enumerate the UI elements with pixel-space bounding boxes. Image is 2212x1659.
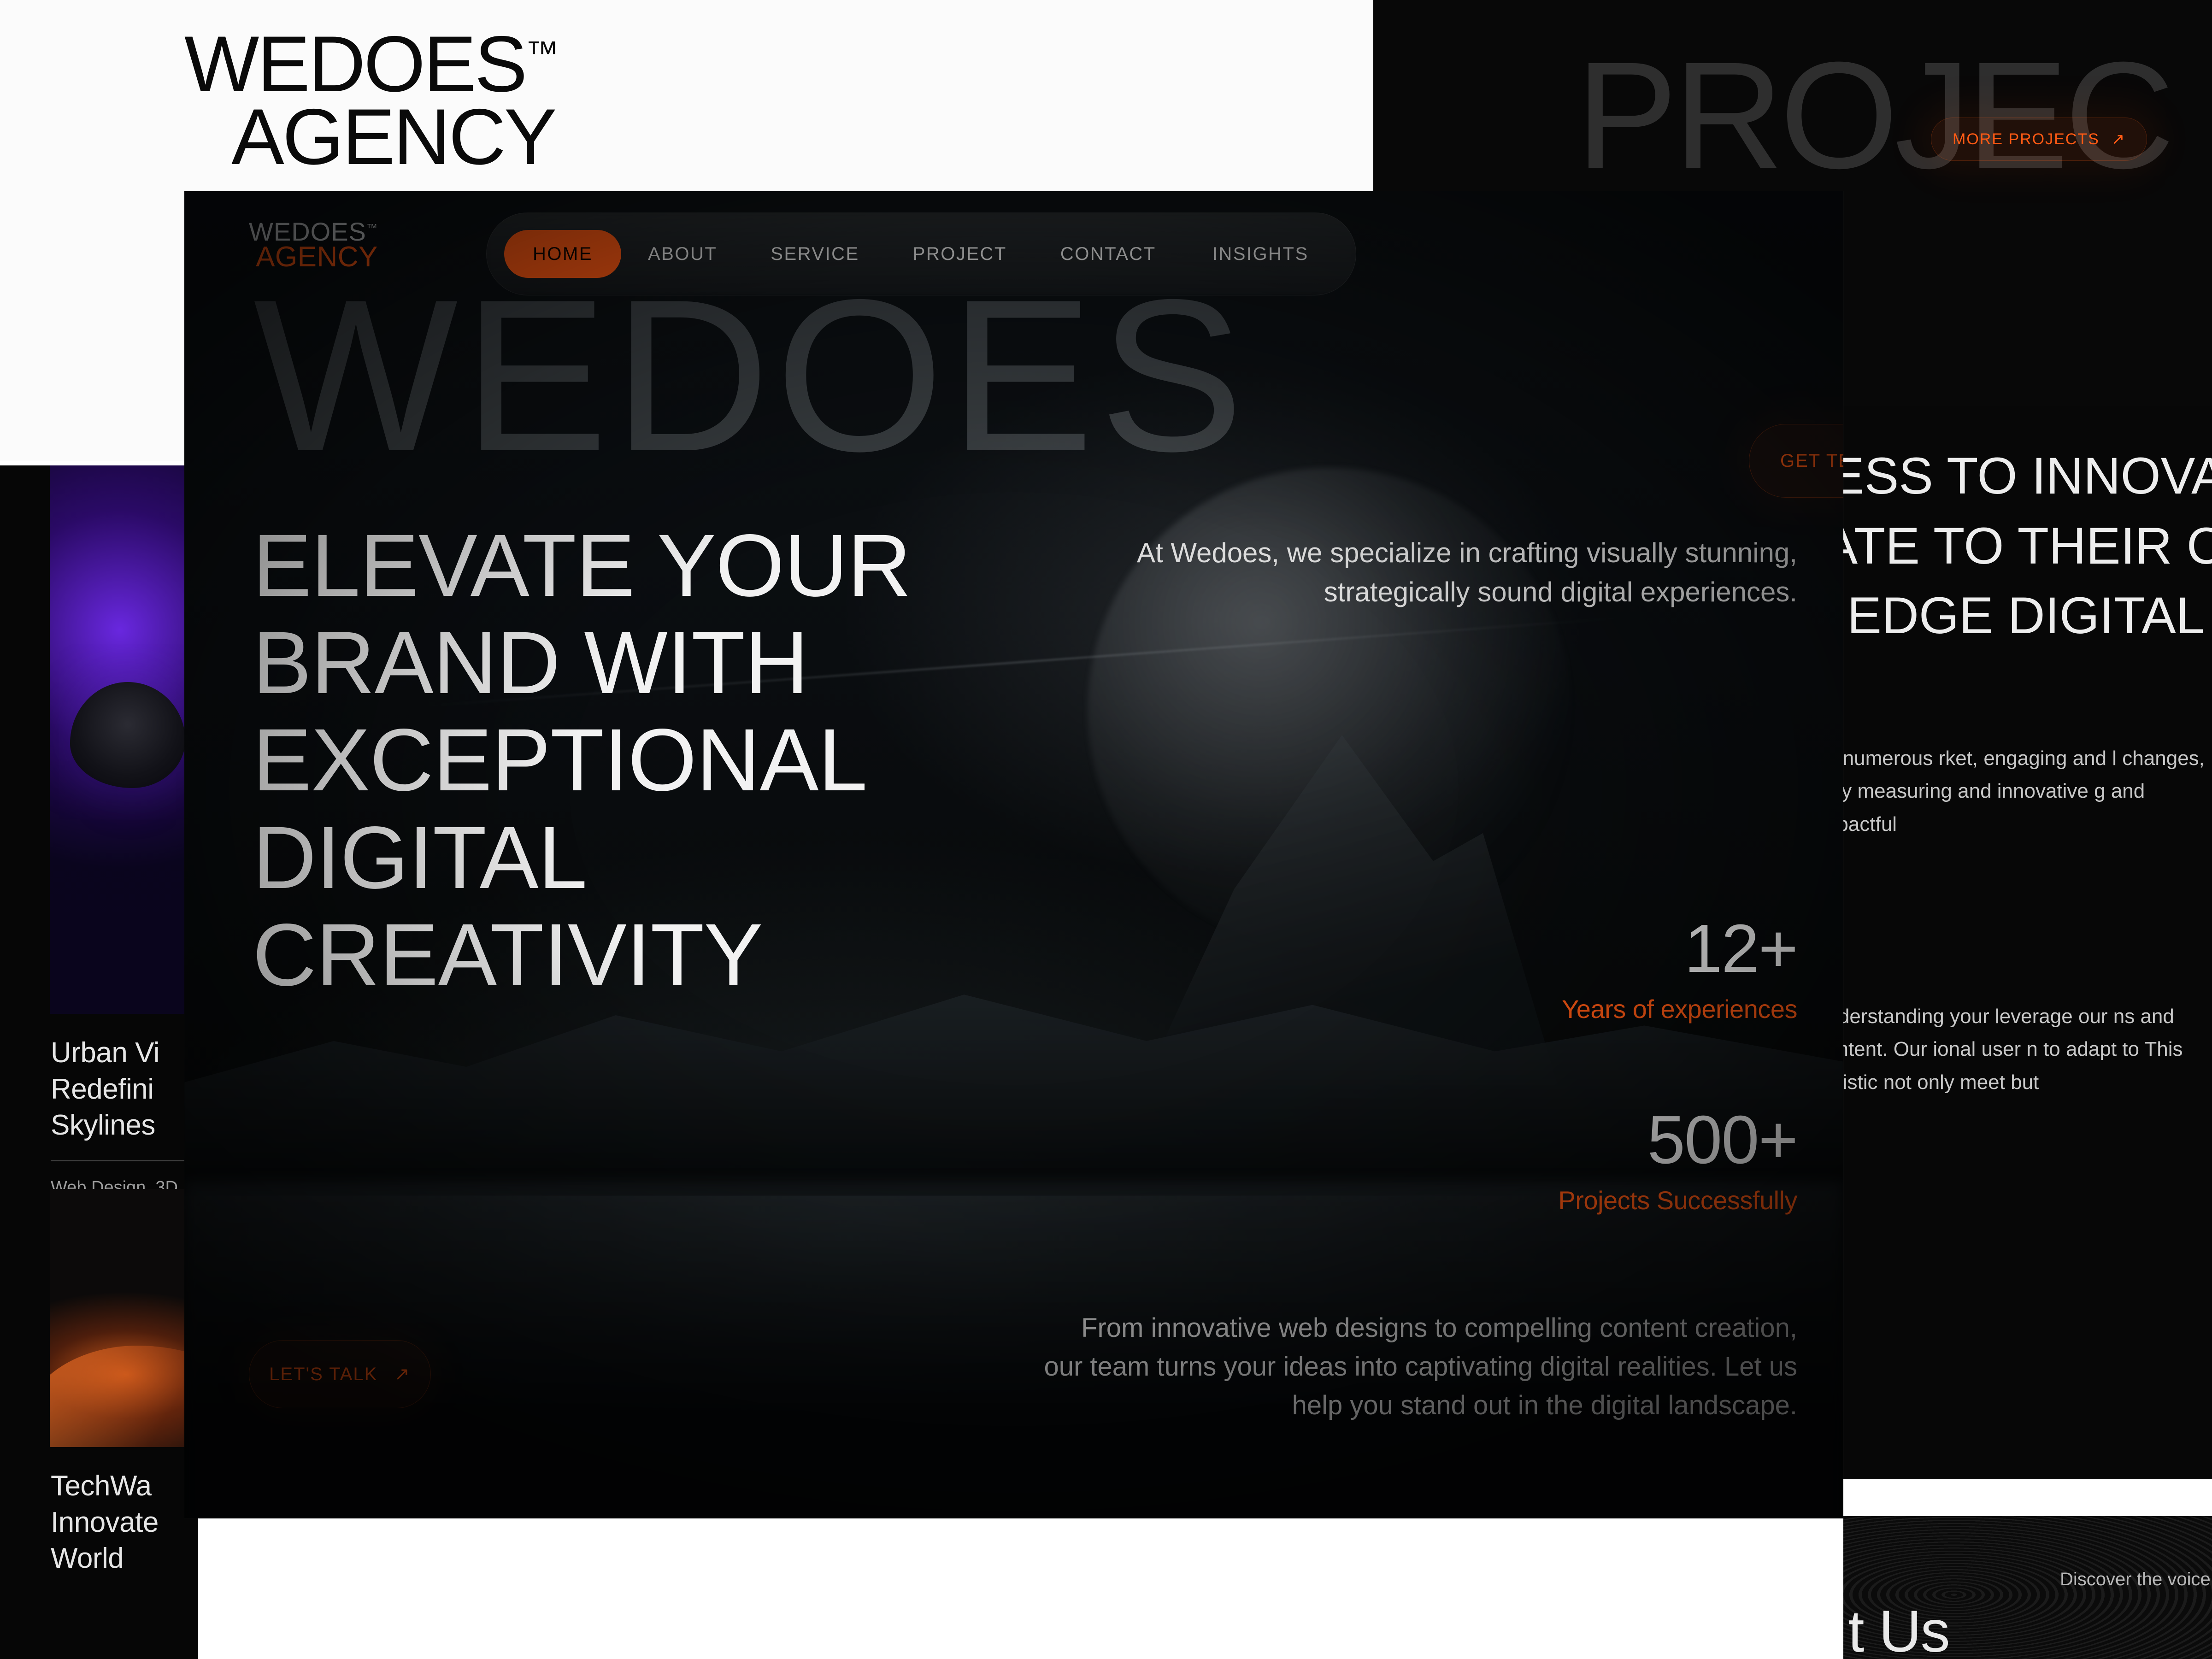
arrow-up-right-icon: ↗	[394, 1364, 411, 1384]
more-projects-label: MORE PROJECTS	[1953, 130, 2100, 148]
arrow-up-right-icon: ↗	[2111, 130, 2126, 148]
nav-item-contact[interactable]: CONTACT	[1034, 230, 1183, 278]
abstract-shape-icon	[70, 682, 185, 788]
about-headline-line-3: G EDGE DIGITAL	[1797, 587, 2205, 645]
nav-item-insights[interactable]: INSIGHTS	[1183, 230, 1338, 278]
stat-projects-label: Projects Successfully	[1558, 1186, 1797, 1215]
nav-item-service[interactable]: SERVICE	[744, 230, 886, 278]
about-section-panel: NESS TO INNOVAT VATE TO THEIR CU G EDGE …	[1797, 406, 2212, 1479]
stat-years-label: Years of experiences	[1562, 994, 1797, 1024]
get-template-button[interactable]: GET TEMPLATE	[1749, 424, 1843, 498]
get-template-label: GET TEMPLATE	[1780, 450, 1843, 471]
lets-talk-label: LET'S TALK	[269, 1364, 378, 1384]
about-paragraph-1: ce numerous rket, engaging and l changes…	[1816, 747, 2205, 835]
trademark-icon: ™	[366, 222, 378, 235]
trademark-icon: ™	[525, 35, 559, 72]
project-cards-column: Urban Vi Redefini Skylines Web Design, 3…	[0, 465, 198, 1659]
stat-projects-value: 500+	[1647, 1102, 1798, 1178]
contact-copy: Discover the voice experiences and t	[2060, 1569, 2212, 1589]
about-headline: NESS TO INNOVAT VATE TO THEIR CU G EDGE …	[1797, 442, 2212, 652]
project-card-1-title: Urban Vi Redefini Skylines	[51, 1037, 160, 1141]
stat-years-value: 12+	[1684, 911, 1798, 987]
nav-item-project[interactable]: PROJECT	[886, 230, 1034, 278]
project-thumbnail-1	[50, 465, 198, 1014]
nav-item-home[interactable]: HOME	[504, 230, 621, 278]
hero-brand-logo[interactable]: WEDOES™ AGENCY	[249, 219, 378, 273]
nav-item-about[interactable]: ABOUT	[621, 230, 744, 278]
about-headline-line-2: VATE TO THEIR CU	[1797, 517, 2212, 575]
screenshot-stage: WEDOES™ AGENCY PROJEC MORE PROJECTS ↗ NE…	[0, 0, 2212, 1659]
hero-window: WEDOES WEDOES™ AGENCY HOME ABOUT SERVICE…	[184, 191, 1843, 1518]
main-navigation: HOME ABOUT SERVICE PROJECT CONTACT INSIG…	[486, 212, 1356, 295]
project-card-1[interactable]: Urban Vi Redefini Skylines Web Design, 3…	[0, 465, 198, 1198]
stat-projects: 500+ Projects Successfully	[1558, 1102, 1798, 1215]
project-card-2-title: TechWa Innovate World	[51, 1470, 159, 1575]
project-thumbnail-2	[50, 1189, 198, 1447]
hero-body-paragraph: From innovative web designs to compellin…	[1044, 1313, 1797, 1421]
hero-brand-line2: AGENCY	[256, 241, 378, 273]
contact-heading: t Us	[1848, 1599, 1950, 1659]
divider	[51, 1160, 198, 1162]
brand-logo-large: WEDOES™ AGENCY	[184, 24, 559, 182]
hero-headline: ELEVATE YOUR BRAND WITH EXCEPTIONAL DIGI…	[253, 516, 911, 1004]
project-card-2[interactable]: TechWa Innovate World	[0, 1189, 198, 1577]
brand-logo-large-line2: AGENCY	[231, 93, 557, 182]
more-projects-button[interactable]: MORE PROJECTS ↗	[1931, 118, 2147, 161]
about-paragraph-2: understanding your leverage our ns and c…	[1816, 1005, 2183, 1094]
lets-talk-button[interactable]: LET'S TALK ↗	[249, 1340, 431, 1408]
stat-years: 12+ Years of experiences	[1562, 911, 1798, 1024]
hero-lead-paragraph: At Wedoes, we specialize in crafting vis…	[1137, 537, 1797, 608]
project-ghost-heading: PROJEC	[1576, 30, 2175, 200]
abstract-shape-icon	[50, 1346, 198, 1447]
contact-section-panel: t Us Discover the voice experiences and …	[1843, 1516, 2212, 1659]
about-headline-line-1: NESS TO INNOVAT	[1797, 447, 2212, 505]
